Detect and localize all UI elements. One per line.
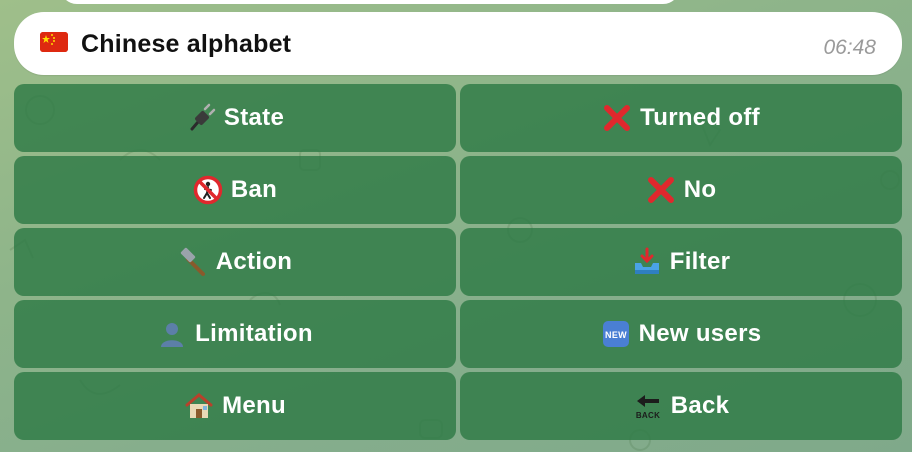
keyboard-button-label: No (683, 176, 717, 203)
chat-message-bubble: Chinese alphabet 06:48 (14, 12, 902, 75)
keyboard-button-label: Turned off (640, 104, 760, 131)
keyboard-button-label: Action (215, 248, 293, 275)
keyboard-button-ban[interactable]: Ban (14, 156, 456, 224)
hammer-icon (178, 247, 208, 277)
cross-mark-icon (602, 103, 632, 133)
inbox-tray-icon (632, 247, 662, 277)
keyboard-button-label: New users (638, 320, 762, 347)
keyboard-button-label: Ban (230, 176, 278, 203)
back-arrow-icon: BACK (633, 391, 663, 421)
keyboard-button-label: Filter (669, 248, 731, 275)
keyboard-button-back[interactable]: BACK Back (460, 372, 902, 440)
keyboard-button-menu[interactable]: Menu (14, 372, 456, 440)
previous-message-bubble (60, 0, 680, 4)
keyboard-button-limitation[interactable]: Limitation (14, 300, 456, 368)
keyboard-button-action[interactable]: Action (14, 228, 456, 296)
inline-keyboard: State Turned off Ban No Action Filter Li… (14, 84, 902, 440)
svg-text:BACK: BACK (636, 411, 660, 420)
keyboard-button-label: Menu (222, 392, 286, 419)
no-pedestrians-icon (193, 175, 223, 205)
china-flag-icon (40, 32, 68, 52)
person-silhouette-icon (157, 319, 187, 349)
svg-text:NEW: NEW (605, 330, 627, 340)
keyboard-button-no[interactable]: No (460, 156, 902, 224)
keyboard-button-label: State (223, 104, 285, 131)
keyboard-button-label: Limitation (195, 320, 313, 347)
house-icon (184, 391, 214, 421)
message-timestamp: 06:48 (823, 36, 876, 59)
message-text: Chinese alphabet (81, 30, 292, 58)
keyboard-button-new-users[interactable]: NEW New users (460, 300, 902, 368)
new-button-icon: NEW (601, 319, 631, 349)
keyboard-button-filter[interactable]: Filter (460, 228, 902, 296)
plug-icon (186, 103, 216, 133)
cross-mark-icon (646, 175, 676, 205)
keyboard-button-state[interactable]: State (14, 84, 456, 152)
keyboard-button-turned-off[interactable]: Turned off (460, 84, 902, 152)
keyboard-button-label: Back (670, 392, 730, 419)
